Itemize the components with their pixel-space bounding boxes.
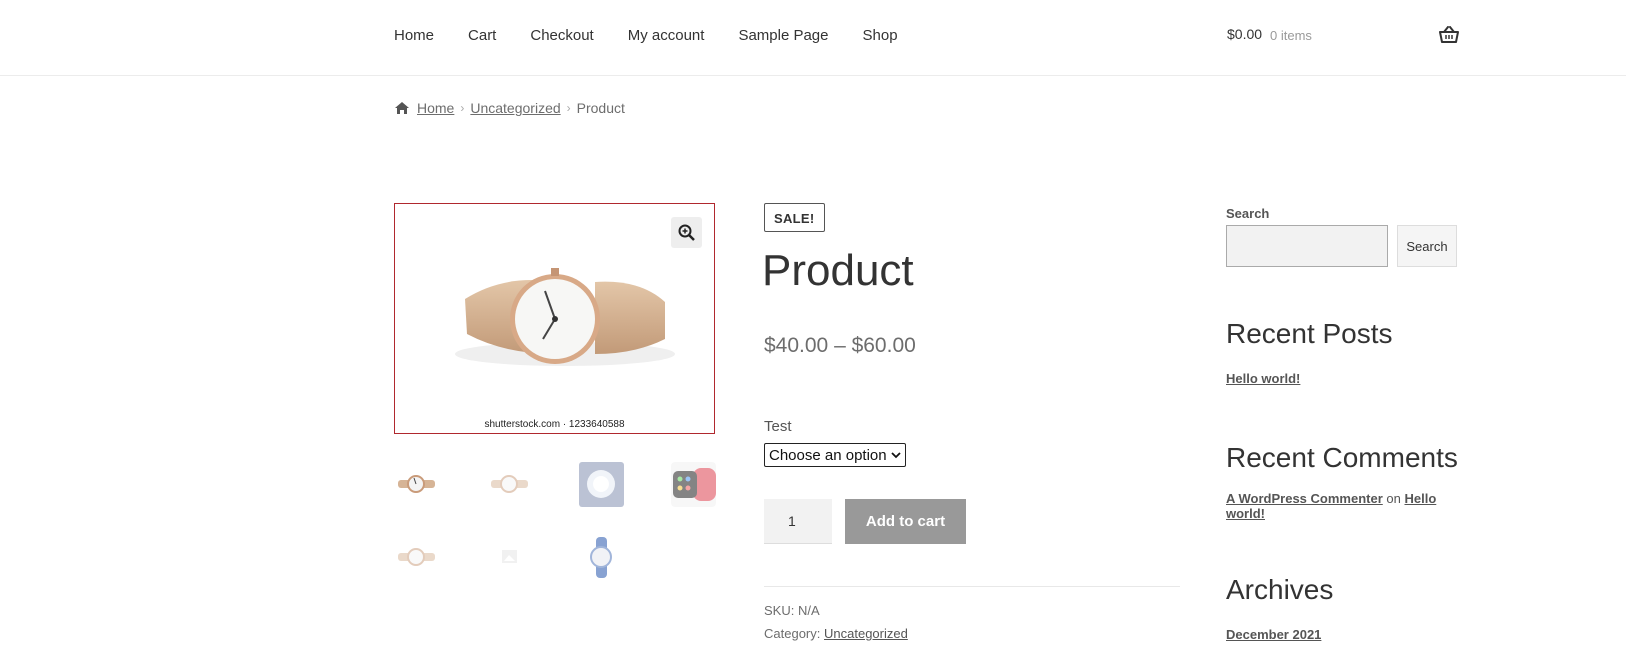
product-price: $40.00 – $60.00 <box>764 334 916 357</box>
breadcrumb-category[interactable]: Uncategorized <box>470 100 560 116</box>
category-label: Category: <box>764 626 821 641</box>
archive-link[interactable]: December 2021 <box>1226 627 1321 642</box>
nav-cart[interactable]: Cart <box>468 24 496 48</box>
gallery-thumbnail[interactable] <box>487 535 532 580</box>
breadcrumb-home[interactable]: Home <box>417 100 454 116</box>
nav-checkout[interactable]: Checkout <box>530 24 593 48</box>
nav-sample-page[interactable]: Sample Page <box>738 24 828 48</box>
gallery-thumbnail[interactable] <box>579 462 624 507</box>
header-cart-count[interactable]: 0 items <box>1270 28 1312 43</box>
gallery-thumbnail[interactable] <box>394 462 439 507</box>
nav-home[interactable]: Home <box>394 24 434 48</box>
gallery-thumbnail[interactable] <box>394 535 439 580</box>
gallery-thumbnail[interactable] <box>579 535 624 580</box>
comment-on-text: on <box>1386 491 1401 506</box>
home-icon <box>395 102 409 114</box>
quantity-input[interactable]: 1 <box>764 499 832 544</box>
recent-comments-heading: Recent Comments <box>1226 442 1458 473</box>
search-input[interactable] <box>1226 225 1388 267</box>
sku-value: N/A <box>797 603 820 618</box>
add-to-cart-button[interactable]: Add to cart <box>845 499 966 544</box>
product-title: Product <box>762 246 914 295</box>
breadcrumb-current: Product <box>576 100 625 116</box>
header-cart-total[interactable]: $0.00 <box>1227 26 1262 42</box>
recent-post-link[interactable]: Hello world! <box>1226 371 1300 386</box>
sku-label: SKU: <box>764 603 795 618</box>
chevron-down-icon <box>891 451 901 458</box>
magnifier-icon <box>678 224 695 241</box>
breadcrumb: Home › Uncategorized › Product <box>394 100 625 116</box>
primary-navigation: Home Cart Checkout My account Sample Pag… <box>394 24 932 48</box>
category-link[interactable]: Uncategorized <box>824 626 908 641</box>
watch-image <box>455 268 675 366</box>
product-main-image[interactable]: shutterstock.com · 1233640588 <box>394 203 715 434</box>
image-watermark: shutterstock.com · 1233640588 <box>484 419 625 430</box>
site-header: Home Cart Checkout My account Sample Pag… <box>0 0 1626 76</box>
gallery-thumbnail[interactable] <box>487 462 532 507</box>
recent-posts-heading: Recent Posts <box>1226 318 1393 349</box>
product-sku: SKU: N/A <box>764 603 820 618</box>
nav-my-account[interactable]: My account <box>628 24 705 48</box>
variation-select[interactable]: Choose an option <box>764 443 906 467</box>
divider <box>764 586 1180 587</box>
recent-comment: A WordPress Commenter on Hello world! <box>1226 491 1456 521</box>
search-button[interactable]: Search <box>1397 225 1457 267</box>
variation-label: Test <box>764 418 792 435</box>
breadcrumb-separator-icon: › <box>460 101 465 115</box>
nav-shop[interactable]: Shop <box>863 24 898 48</box>
product-category: Category: Uncategorized <box>764 626 908 641</box>
gallery-thumbnail[interactable] <box>671 462 716 507</box>
breadcrumb-separator-icon: › <box>566 101 571 115</box>
zoom-button[interactable] <box>671 217 702 248</box>
comment-author-link[interactable]: A WordPress Commenter <box>1226 491 1383 506</box>
search-label: Search <box>1226 206 1270 221</box>
sale-badge: SALE! <box>764 203 825 232</box>
basket-icon[interactable] <box>1439 26 1459 44</box>
archives-heading: Archives <box>1226 574 1334 605</box>
variation-select-value: Choose an option <box>769 446 887 464</box>
